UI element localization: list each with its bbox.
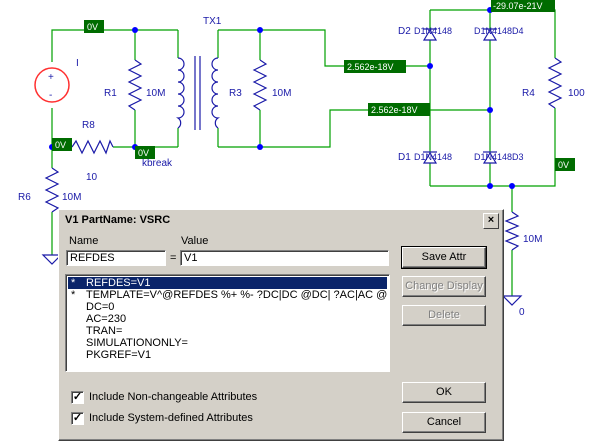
- diodes: [422, 28, 498, 164]
- close-button[interactable]: ×: [483, 213, 499, 229]
- name-label: Name: [69, 235, 99, 247]
- tag-r4-bottom: 0V: [558, 160, 569, 170]
- source-plus-label: +: [48, 72, 54, 83]
- r8-resistor-icon: [71, 139, 114, 155]
- list-item[interactable]: * REFDES=V1: [68, 277, 387, 289]
- r6-label: R6: [18, 192, 31, 203]
- d1-label: D1: [398, 152, 411, 163]
- tag-r1-bottom: 0V: [138, 148, 149, 158]
- d4-part: D1N4148D4: [474, 26, 524, 36]
- ground-icon: [501, 295, 523, 306]
- dialog-title: V1 PartName: VSRC: [65, 214, 171, 226]
- change-display-button[interactable]: Change Display: [402, 276, 486, 297]
- voltage-source-icon[interactable]: + -: [34, 67, 70, 103]
- attribute-list[interactable]: * REFDES=V1 * TEMPLATE=V^@REFDES %+ %- ?DC…: [65, 274, 390, 372]
- r8-value: 10: [86, 172, 98, 183]
- attribute-name-input[interactable]: REFDES: [66, 250, 166, 266]
- list-item[interactable]: AC=230: [68, 313, 387, 325]
- r8-label: R8: [82, 120, 95, 131]
- include-non-changeable-label: Include Non-changeable Attributes: [89, 391, 258, 403]
- d1-part: D1N4148: [414, 152, 452, 162]
- tag-mid-upper: 2.562e-18V: [347, 62, 394, 72]
- r4-label: R4: [522, 88, 535, 99]
- include-system-defined-label: Include System-defined Attributes: [89, 412, 253, 424]
- r6-value: 10M: [62, 192, 81, 203]
- tag-left-bottom: 0V: [55, 140, 66, 150]
- r1-label: R1: [104, 88, 117, 99]
- ground-zero-label: 0: [519, 307, 525, 318]
- d3-part: D1N4148D3: [474, 152, 524, 162]
- source-label: I: [76, 58, 79, 69]
- r1-resistor-icon: [127, 59, 143, 111]
- ok-button[interactable]: OK: [402, 382, 486, 403]
- cancel-button[interactable]: Cancel: [402, 412, 486, 433]
- include-non-changeable-checkbox[interactable]: ✓: [71, 391, 84, 404]
- tag-mid-lower: 2.562e-18V: [371, 105, 418, 115]
- tag-top-left: 0V: [87, 22, 98, 32]
- r-gnd-value: 10M: [523, 234, 542, 245]
- r-gnd-resistor-icon: [504, 211, 520, 251]
- attribute-value-input[interactable]: V1: [180, 250, 389, 266]
- list-item[interactable]: DC=0: [68, 301, 387, 313]
- r3-value: 10M: [272, 88, 291, 99]
- d2-label: D2: [398, 26, 411, 37]
- tx-label: TX1: [203, 16, 222, 27]
- delete-button[interactable]: Delete: [402, 305, 486, 326]
- r6-resistor-icon: [44, 167, 60, 213]
- list-item[interactable]: TRAN=: [68, 325, 387, 337]
- list-item[interactable]: SIMULATIONONLY=: [68, 337, 387, 349]
- value-label: Value: [181, 235, 209, 247]
- d2-part: D1N4148: [414, 26, 452, 36]
- save-attr-button[interactable]: Save Attr: [401, 246, 487, 269]
- r3-resistor-icon: [252, 59, 268, 111]
- include-system-defined-checkbox[interactable]: ✓: [71, 412, 84, 425]
- tag-top-right: -29.07e-21V: [493, 1, 543, 11]
- r4-value: 100: [568, 88, 585, 99]
- dialog-titlebar[interactable]: V1 PartName: VSRC ×: [61, 212, 501, 229]
- equals-sign: =: [170, 252, 177, 264]
- part-attributes-dialog: V1 PartName: VSRC × Name Value REFDES = …: [58, 209, 504, 441]
- r3-label: R3: [229, 88, 242, 99]
- kbreak-label: kbreak: [142, 158, 173, 169]
- list-item[interactable]: * TEMPLATE=V^@REFDES %+ %- ?DC|DC @DC| ?A…: [68, 289, 387, 301]
- r1-value: 10M: [146, 88, 165, 99]
- r4-resistor-icon: [547, 57, 563, 109]
- list-item[interactable]: PKGREF=V1: [68, 349, 387, 361]
- transformer-icon: [176, 56, 220, 130]
- source-minus-label: -: [49, 90, 52, 101]
